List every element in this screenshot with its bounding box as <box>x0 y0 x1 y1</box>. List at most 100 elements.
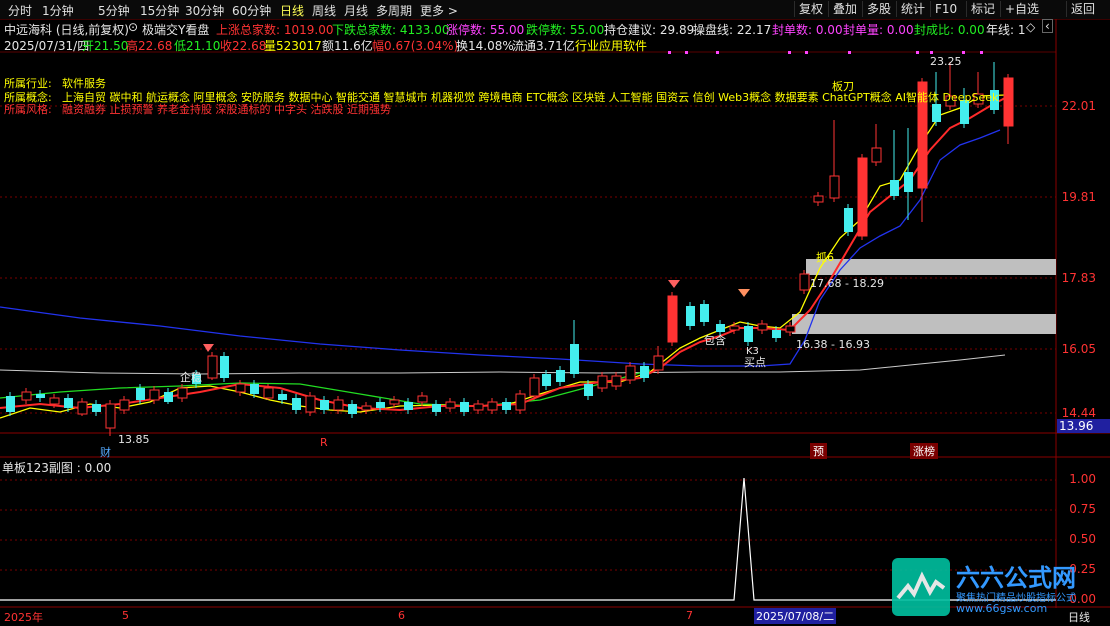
candle-body <box>729 325 740 331</box>
candle-body <box>844 208 853 232</box>
candle-body <box>49 397 60 405</box>
candle-body <box>515 393 526 411</box>
price-tick: 17.83 <box>1061 271 1096 285</box>
candle-body <box>653 355 664 371</box>
candle-body <box>177 387 188 399</box>
low-price-mark: 13.85 <box>118 433 150 446</box>
zone-lower-label: 16.38 - 16.93 <box>796 338 870 351</box>
label-qiwen: 企稳 <box>180 371 202 384</box>
candle-body <box>570 344 579 374</box>
label-cai: 财 <box>100 446 111 459</box>
time-label: 7 <box>686 609 693 622</box>
candle-body <box>105 403 116 429</box>
indicator-tick: 0.75 <box>1069 502 1096 516</box>
candle-body <box>64 398 73 408</box>
label-yu: 预 <box>810 443 827 459</box>
candle-body <box>207 355 218 379</box>
candle-body <box>149 389 160 401</box>
price-tick: 14.44 <box>1061 406 1096 420</box>
support-zone <box>792 314 1056 334</box>
candle-body <box>263 387 274 399</box>
candlestick-series <box>6 62 1014 436</box>
candle-body <box>376 402 385 408</box>
label-zhua6: 抓6 <box>816 251 834 264</box>
candle-body <box>361 405 372 411</box>
last-price-tag: 13.96 <box>1057 419 1110 433</box>
label-k3: K3 <box>746 346 759 357</box>
candle-body <box>21 391 32 401</box>
candle-body <box>597 375 608 389</box>
candle-body <box>857 157 868 237</box>
candle-body <box>785 325 796 333</box>
time-label: 6 <box>398 609 405 622</box>
candle-body <box>932 104 941 122</box>
label-baohan: 包含 <box>704 334 726 347</box>
ma-white-line <box>0 354 1006 375</box>
candle-body <box>473 403 484 411</box>
price-tick: 19.81 <box>1061 190 1096 204</box>
candle-body <box>556 370 565 382</box>
candle-body <box>305 395 316 413</box>
candle-body <box>460 402 469 412</box>
candle-body <box>640 366 649 378</box>
ma-yellow-line <box>0 94 1006 419</box>
candle-body <box>686 306 695 326</box>
brand-logo-icon <box>892 558 950 616</box>
candle-body <box>278 394 287 400</box>
candle-body <box>292 398 301 410</box>
label-r: R <box>320 436 328 449</box>
time-axis-period: 日线 <box>1068 611 1090 624</box>
candle-body <box>744 326 753 342</box>
label-banda: 板刀 <box>832 80 854 93</box>
price-tick: 16.05 <box>1061 342 1096 356</box>
candle-body <box>829 175 840 199</box>
candle-body <box>417 395 428 403</box>
candle-body <box>389 399 400 405</box>
candle-body <box>320 400 329 410</box>
time-label: 5 <box>122 609 129 622</box>
candle-body <box>502 402 511 410</box>
style-value: 融资融券 止损预警 养老金持股 深股通标的 中字头 沽跌股 近期强势 <box>62 103 391 116</box>
candle-body <box>119 399 130 411</box>
candle-body <box>333 399 344 411</box>
candle-body <box>871 147 882 163</box>
brand-name: 六六公式网 <box>956 564 1076 592</box>
candle-body <box>700 304 709 322</box>
candle-body <box>813 195 824 203</box>
candle-body <box>220 356 229 378</box>
indicator-title[interactable]: 单板123副图 : 0.00 <box>2 459 111 476</box>
candle-body <box>92 404 101 412</box>
brand-url: www.66gsw.com <box>956 602 1048 615</box>
candle-body <box>487 401 498 411</box>
style-label: 所属风格: <box>4 103 52 116</box>
candle-body <box>136 388 145 400</box>
price-tick: 22.01 <box>1061 99 1096 113</box>
candle-body <box>235 383 246 393</box>
zone-upper-label: 17.68 - 18.29 <box>810 277 884 290</box>
candle-body <box>584 384 593 396</box>
candle-body <box>529 377 540 397</box>
candle-body <box>404 402 413 410</box>
candle-body <box>432 404 441 412</box>
indicator-tick: 1.00 <box>1069 472 1096 486</box>
cursor-date-tag: 2025/07/08/二 <box>754 608 837 624</box>
label-zhangbang: 涨榜 <box>910 443 938 459</box>
candle-body <box>716 324 725 332</box>
candle-body <box>890 180 899 196</box>
time-label: 2025年 <box>4 611 43 624</box>
candle-body <box>348 404 357 414</box>
candle-body <box>250 384 259 394</box>
high-price-mark: 23.25 <box>930 55 962 68</box>
candle-body <box>625 365 636 381</box>
candle-body <box>542 374 551 386</box>
candle-body <box>611 375 622 387</box>
candle-body <box>36 394 45 398</box>
indicator-tick: 0.50 <box>1069 532 1096 546</box>
candle-body <box>445 401 456 409</box>
candle-body <box>904 172 913 192</box>
candle-body <box>667 295 678 343</box>
candle-body <box>799 273 810 291</box>
candle-body <box>164 392 173 402</box>
candle-body <box>772 330 781 338</box>
candle-body <box>757 323 768 331</box>
